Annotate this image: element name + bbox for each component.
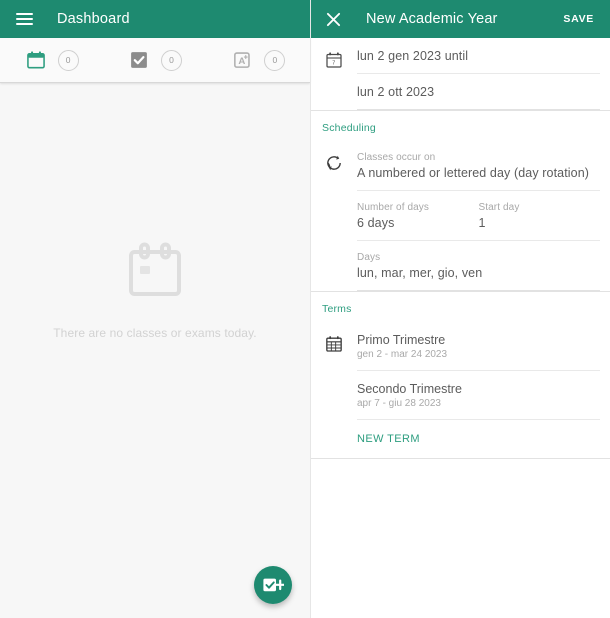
hamburger-menu-icon[interactable] [10,5,38,33]
empty-state-message: There are no classes or exams today. [53,325,257,340]
scheduling-row: Classes occur on A numbered or lettered … [310,141,610,291]
number-of-days-value: 6 days [357,216,395,230]
add-task-fab[interactable] [254,566,292,604]
classes-occur-cell[interactable]: Classes occur on A numbered or lettered … [357,141,600,191]
term-title: Primo Trimestre [357,333,446,347]
dashboard-tabbar: 0 0 A 0 [0,38,310,83]
editor-title: New Academic Year [366,11,498,27]
dates-row: 7 lun 2 gen 2023 until lun 2 ott 2023 [310,38,610,110]
calendar-date-icon: 7 [310,38,357,70]
tab-grades-count: 0 [264,49,286,71]
svg-text:7: 7 [332,61,335,67]
scheduling-body: Classes occur on A numbered or lettered … [357,141,610,291]
tab-classes[interactable]: 0 [0,38,103,82]
term-title: Secondo Trimestre [357,382,462,396]
start-day-field[interactable]: Start day 1 [479,202,601,230]
end-date-cell[interactable]: lun 2 ott 2023 [357,74,600,110]
tab-tasks-count: 0 [160,49,182,71]
start-date-value: lun 2 gen 2023 until [357,49,469,63]
days-value: lun, mar, mer, gio, ven [357,266,483,280]
classes-occur-value: A numbered or lettered day (day rotation… [357,166,590,180]
terms-row: Primo Trimestre gen 2 - mar 24 2023 Seco… [310,322,610,458]
dashboard-appbar: Dashboard [0,0,310,38]
add-task-icon [263,578,284,592]
empty-state: There are no classes or exams today. [0,83,310,618]
number-of-days-field[interactable]: Number of days 6 days [357,202,479,230]
tab-classes-count: 0 [57,49,79,71]
term-item-1[interactable]: Primo Trimestre gen 2 - mar 24 2023 [357,322,600,371]
term-range: apr 7 - giu 28 2023 [357,398,441,409]
term-range: gen 2 - mar 24 2023 [357,349,448,360]
close-icon[interactable] [322,8,344,30]
number-of-days-label: Number of days [357,202,429,213]
dashboard-pane: Dashboard 0 0 A 0 There are no classes o… [0,0,310,618]
checkbox-icon [131,52,147,68]
new-term-button[interactable]: NEW TERM [357,420,600,458]
app-root: Dashboard 0 0 A 0 There are no classes o… [0,0,610,618]
start-date-cell[interactable]: lun 2 gen 2023 until [357,38,600,74]
editor-body: 7 lun 2 gen 2023 until lun 2 ott 2023 Sc… [310,38,610,618]
terms-section-end-divider [310,458,610,459]
scheduling-section-title: Scheduling [310,110,610,141]
calendar-empty-icon [129,242,181,296]
classes-occur-label: Classes occur on [357,152,436,163]
calendar-icon [26,51,45,69]
pane-divider [310,0,311,618]
page-title: Dashboard [57,11,130,27]
days-count-cell[interactable]: Number of days 6 days Start day 1 [357,191,600,241]
terms-section-title: Terms [310,291,610,322]
svg-text:A: A [239,56,246,67]
save-button[interactable]: SAVE [557,9,600,29]
start-day-value: 1 [478,216,486,230]
start-day-label: Start day [478,202,520,213]
editor-appbar: New Academic Year SAVE [310,0,610,38]
calendar-grid-icon [310,322,357,354]
grade-a-icon: A [234,52,251,68]
days-cell[interactable]: Days lun, mar, mer, gio, ven [357,241,600,291]
days-label: Days [357,252,381,263]
tab-grades[interactable]: A 0 [207,38,310,82]
dates-body: lun 2 gen 2023 until lun 2 ott 2023 [357,38,610,110]
terms-body: Primo Trimestre gen 2 - mar 24 2023 Seco… [357,322,610,458]
new-academic-year-pane: New Academic Year SAVE 7 lun 2 gen 2023 … [310,0,610,618]
end-date-value: lun 2 ott 2023 [357,85,435,99]
tab-tasks[interactable]: 0 [103,38,206,82]
term-item-2[interactable]: Secondo Trimestre apr 7 - giu 28 2023 [357,371,600,420]
rotation-icon [310,141,357,173]
